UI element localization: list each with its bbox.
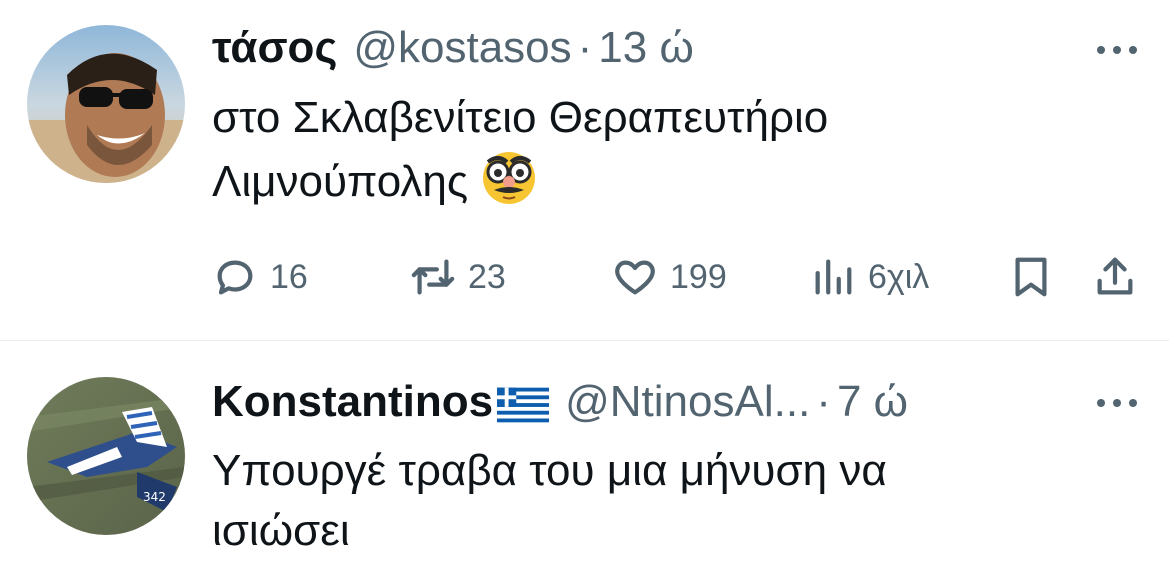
bookmark-button[interactable] [1008, 250, 1054, 304]
like-button[interactable]: 199 [612, 250, 727, 304]
views-icon [810, 254, 856, 300]
reply-count: 16 [270, 257, 308, 296]
timestamp[interactable]: 7 ώ [837, 377, 908, 427]
tweet-text-line: Υπουργέ τραβα του μια μήνυση να [212, 446, 887, 495]
share-icon [1092, 254, 1138, 300]
views-button[interactable]: 6χιλ [810, 250, 929, 304]
action-bar: 16 23 199 6χιλ [212, 250, 1152, 304]
user-handle[interactable]: @kostasos [353, 23, 571, 73]
greece-flag-icon [497, 384, 550, 423]
separator-dot: · [577, 23, 593, 72]
avatar[interactable] [27, 25, 185, 183]
timestamp[interactable]: 13 ώ [598, 23, 694, 73]
avatar[interactable]: 342 [27, 377, 185, 535]
reply-button[interactable]: 16 [212, 250, 308, 304]
retweet-icon [410, 254, 456, 300]
display-name[interactable]: τάσος [212, 23, 337, 73]
tweet[interactable]: 342 Konstantinos @NtinosAl... · 7 ώ Υπου… [0, 341, 1169, 585]
tweet-text: στο Σκλαβενίτειο Θεραπευτήριο Λιμνούπολη… [212, 88, 1109, 212]
share-button[interactable] [1092, 250, 1138, 304]
like-count: 199 [670, 257, 727, 296]
disguised-face-emoji-icon [480, 148, 538, 206]
reply-icon [212, 254, 258, 300]
bookmark-icon [1008, 254, 1054, 300]
retweet-button[interactable]: 23 [410, 250, 506, 304]
tweet[interactable]: τάσος @kostasos · 13 ώ στο Σκλαβενίτειο … [0, 0, 1169, 340]
user-handle[interactable]: @NtinosAl... [565, 377, 810, 427]
retweet-count: 23 [468, 257, 506, 296]
display-name[interactable]: Konstantinos [212, 377, 493, 427]
views-count: 6χιλ [868, 257, 930, 296]
more-icon[interactable] [1095, 396, 1139, 408]
tweet-header: τάσος @kostasos · 13 ώ [212, 20, 694, 76]
tweet-text-line: ισιώσει [212, 506, 350, 555]
separator-dot: · [816, 377, 831, 426]
svg-text:342: 342 [143, 490, 166, 504]
like-icon [612, 254, 658, 300]
tweet-text-line: στο Σκλαβενίτειο Θεραπευτήριο [212, 93, 829, 142]
tweet-text: Υπουργέ τραβα του μια μήνυση να ισιώσει [212, 441, 1109, 561]
tweet-header: Konstantinos @NtinosAl... · 7 ώ [212, 374, 908, 430]
more-icon[interactable] [1095, 43, 1139, 55]
tweet-text-line: Λιμνούπολης [212, 157, 469, 206]
